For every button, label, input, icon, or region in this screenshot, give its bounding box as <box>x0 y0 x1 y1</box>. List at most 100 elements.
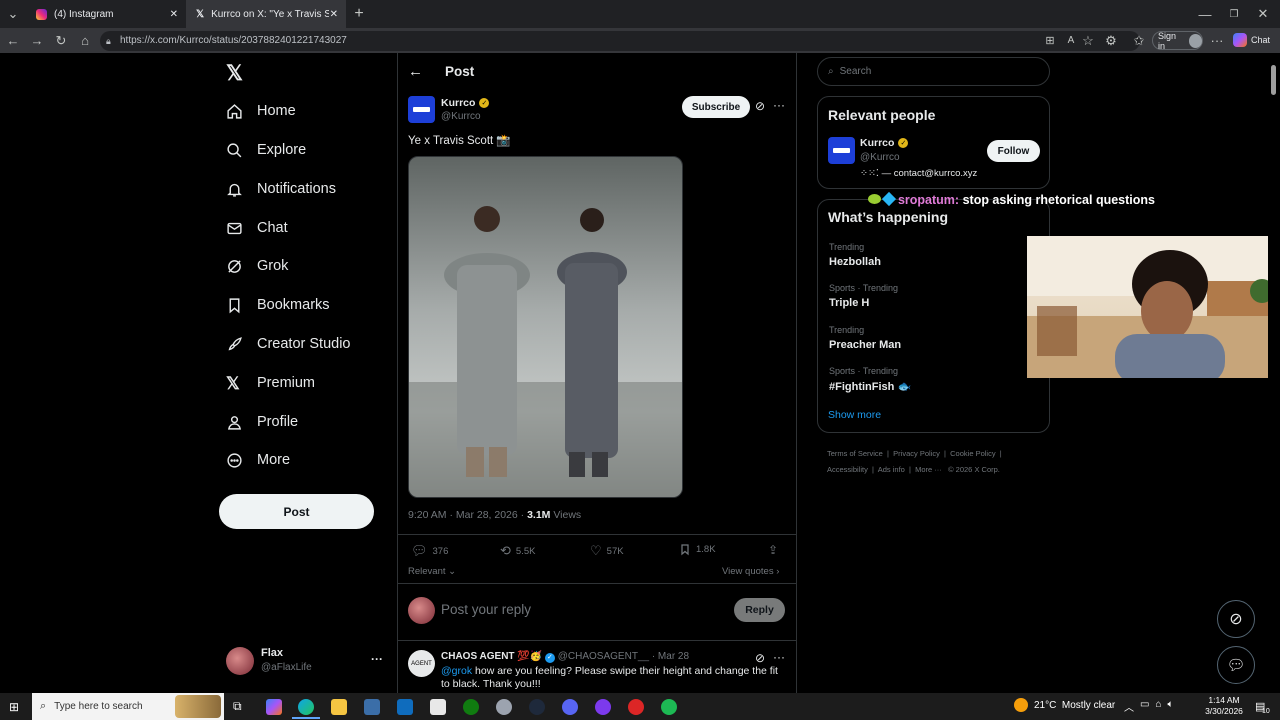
reply-action[interactable]: 💬︎ 376 <box>411 543 448 559</box>
post-image[interactable] <box>408 156 683 498</box>
system-tray[interactable]: ︿ ▭ ⌂ 🔈︎ <box>1124 699 1174 714</box>
nav-home[interactable]: Home <box>226 96 296 126</box>
task-view-icon[interactable]: ⧉ <box>233 699 242 714</box>
footer-link[interactable]: Terms of Service <box>827 449 883 458</box>
notepad-icon[interactable] <box>430 699 446 715</box>
account-switcher[interactable]: Flax @aFlaxLife ··· <box>226 646 391 678</box>
grok-explain-icon[interactable]: ⊘ <box>755 99 765 113</box>
chevron-up-icon[interactable]: ︿ <box>1124 699 1134 714</box>
messages-float-icon[interactable]: 💬︎ <box>1217 646 1255 684</box>
xbox-icon[interactable] <box>463 699 479 715</box>
back-icon[interactable]: ← <box>2 28 24 53</box>
share-icon[interactable]: ⇪ <box>768 543 778 557</box>
window-close-icon[interactable]: ✕ <box>1252 0 1274 28</box>
person-avatar[interactable] <box>828 137 855 164</box>
weather-widget[interactable]: 21°C Mostly clear <box>1014 698 1115 712</box>
nav-bookmarks[interactable]: Bookmarks <box>226 290 330 320</box>
taskbar-search-input[interactable]: ⌕ Type here to search <box>32 693 224 720</box>
person-name-row[interactable]: Kurrco ✓ <box>860 137 909 149</box>
copilot-taskbar-icon[interactable] <box>266 699 282 715</box>
footer-link[interactable]: Privacy Policy <box>893 449 940 458</box>
nav-profile[interactable]: Profile <box>226 407 298 437</box>
record-icon[interactable] <box>628 699 644 715</box>
nav-premium[interactable]: 𝕏 Premium <box>226 368 315 398</box>
trend-item[interactable]: Trending Hezbollah <box>829 242 881 268</box>
reply-sort-dropdown[interactable]: Relevant ⌄ <box>408 566 456 577</box>
nav-grok[interactable]: Grok <box>226 251 288 281</box>
extensions-icon[interactable]: ⚙ <box>1100 28 1122 53</box>
follow-button[interactable]: Follow <box>987 140 1040 162</box>
bookmark-action[interactable]: 1.8K <box>679 543 716 556</box>
url-input[interactable]: 🔒︎ https://x.com/Kurrco/status/203788240… <box>100 31 1140 51</box>
back-arrow-icon[interactable]: ← <box>408 63 423 80</box>
nav-explore[interactable]: Explore <box>226 135 306 165</box>
obs-icon[interactable] <box>595 699 611 715</box>
x-logo-icon[interactable]: 𝕏 <box>226 61 243 86</box>
tray-app-icon[interactable]: ▭ <box>1140 699 1149 714</box>
trend-item[interactable]: Trending Preacher Man <box>829 325 901 351</box>
refresh-icon[interactable]: ↻ <box>50 28 72 53</box>
home-icon[interactable]: ⌂ <box>74 28 96 53</box>
nav-chat[interactable]: Chat <box>226 213 288 243</box>
restore-icon[interactable]: ❐ <box>1223 0 1245 28</box>
more-dots-icon[interactable]: ··· <box>371 652 383 666</box>
tab-instagram[interactable]: (4) Instagram ✕ <box>26 0 186 28</box>
reply-input[interactable]: Post your reply <box>441 602 531 617</box>
author-name-row[interactable]: Kurrco ✓ <box>441 97 490 109</box>
app-icon[interactable] <box>529 699 545 715</box>
more-dots-icon[interactable]: ··· <box>773 98 785 112</box>
nav-more[interactable]: More <box>226 445 290 475</box>
tab-list-icon[interactable]: ⌄ <box>2 0 24 28</box>
steam-icon[interactable] <box>496 699 512 715</box>
close-icon[interactable]: ✕ <box>330 9 338 20</box>
more-options-icon[interactable]: ··· <box>1206 28 1228 53</box>
forward-icon[interactable]: → <box>26 28 48 53</box>
reply-author[interactable]: CHAOS AGENT 💯🥳 <box>441 651 542 662</box>
post-button[interactable]: Post <box>219 494 374 529</box>
scrollbar-thumb[interactable] <box>1271 65 1276 95</box>
trend-item[interactable]: Sports · Trending #FightinFish 🐟 <box>829 366 911 393</box>
tab-x-post[interactable]: 𝕏 Kurrco on X: "Ye x Travis Scott 📸" / X… <box>186 0 346 28</box>
volume-icon[interactable]: 🔈︎ <box>1168 699 1174 714</box>
file-explorer-icon[interactable] <box>331 699 347 715</box>
new-tab-icon[interactable]: + <box>348 0 370 28</box>
minimize-icon[interactable]: — <box>1194 0 1216 28</box>
search-input[interactable]: ⌕ Search <box>817 57 1050 86</box>
mention-link[interactable]: @grok <box>441 665 472 677</box>
reply-avatar[interactable]: AGENT <box>408 650 435 677</box>
store-icon[interactable] <box>364 699 380 715</box>
footer-link[interactable]: Ads info <box>878 465 905 474</box>
footer-link[interactable]: More ··· <box>915 465 942 474</box>
post-timestamp[interactable]: 9:20 AM · Mar 28, 2026 · <box>408 509 524 521</box>
grok-float-icon[interactable]: ⊘ <box>1217 600 1255 638</box>
nav-creator-studio[interactable]: Creator Studio <box>226 329 351 359</box>
network-icon[interactable]: ⌂ <box>1155 699 1161 714</box>
reply-button[interactable]: Reply <box>734 598 785 622</box>
windows-start-icon[interactable]: ⊞ <box>9 700 19 714</box>
more-dots-icon[interactable]: ··· <box>773 650 785 664</box>
favorite-icon[interactable]: ☆ <box>1077 28 1099 53</box>
show-more-link[interactable]: Show more <box>828 409 881 421</box>
author-handle[interactable]: @Kurrco <box>441 111 481 122</box>
spotify-icon[interactable] <box>661 699 677 715</box>
favorites-icon[interactable]: ✩ <box>1128 28 1150 53</box>
discord-icon[interactable] <box>562 699 578 715</box>
copilot-chat-button[interactable]: Chat <box>1233 33 1270 47</box>
grok-explain-icon[interactable]: ⊘ <box>755 651 765 665</box>
like-action[interactable]: ♡ 57K <box>590 543 624 559</box>
edge-taskbar-icon[interactable] <box>298 699 314 715</box>
repost-action[interactable]: ⟲ 5.5K <box>500 543 535 559</box>
author-avatar[interactable] <box>408 96 435 123</box>
nav-notifications[interactable]: Notifications <box>226 174 336 204</box>
subscribe-button[interactable]: Subscribe <box>682 96 750 118</box>
app-icon[interactable]: ⊞ <box>1039 28 1061 53</box>
close-icon[interactable]: ✕ <box>170 9 178 20</box>
scrollbar[interactable] <box>1268 53 1280 693</box>
clock[interactable]: 1:14 AM 3/30/2026 <box>1200 695 1248 717</box>
trend-item[interactable]: Sports · Trending Triple H <box>829 283 898 309</box>
footer-link[interactable]: Cookie Policy <box>950 449 995 458</box>
footer-link[interactable]: Accessibility <box>827 465 868 474</box>
mail-icon[interactable] <box>397 699 413 715</box>
view-quotes-link[interactable]: View quotes › <box>722 566 779 577</box>
sign-in-button[interactable]: Sign in <box>1152 31 1203 51</box>
